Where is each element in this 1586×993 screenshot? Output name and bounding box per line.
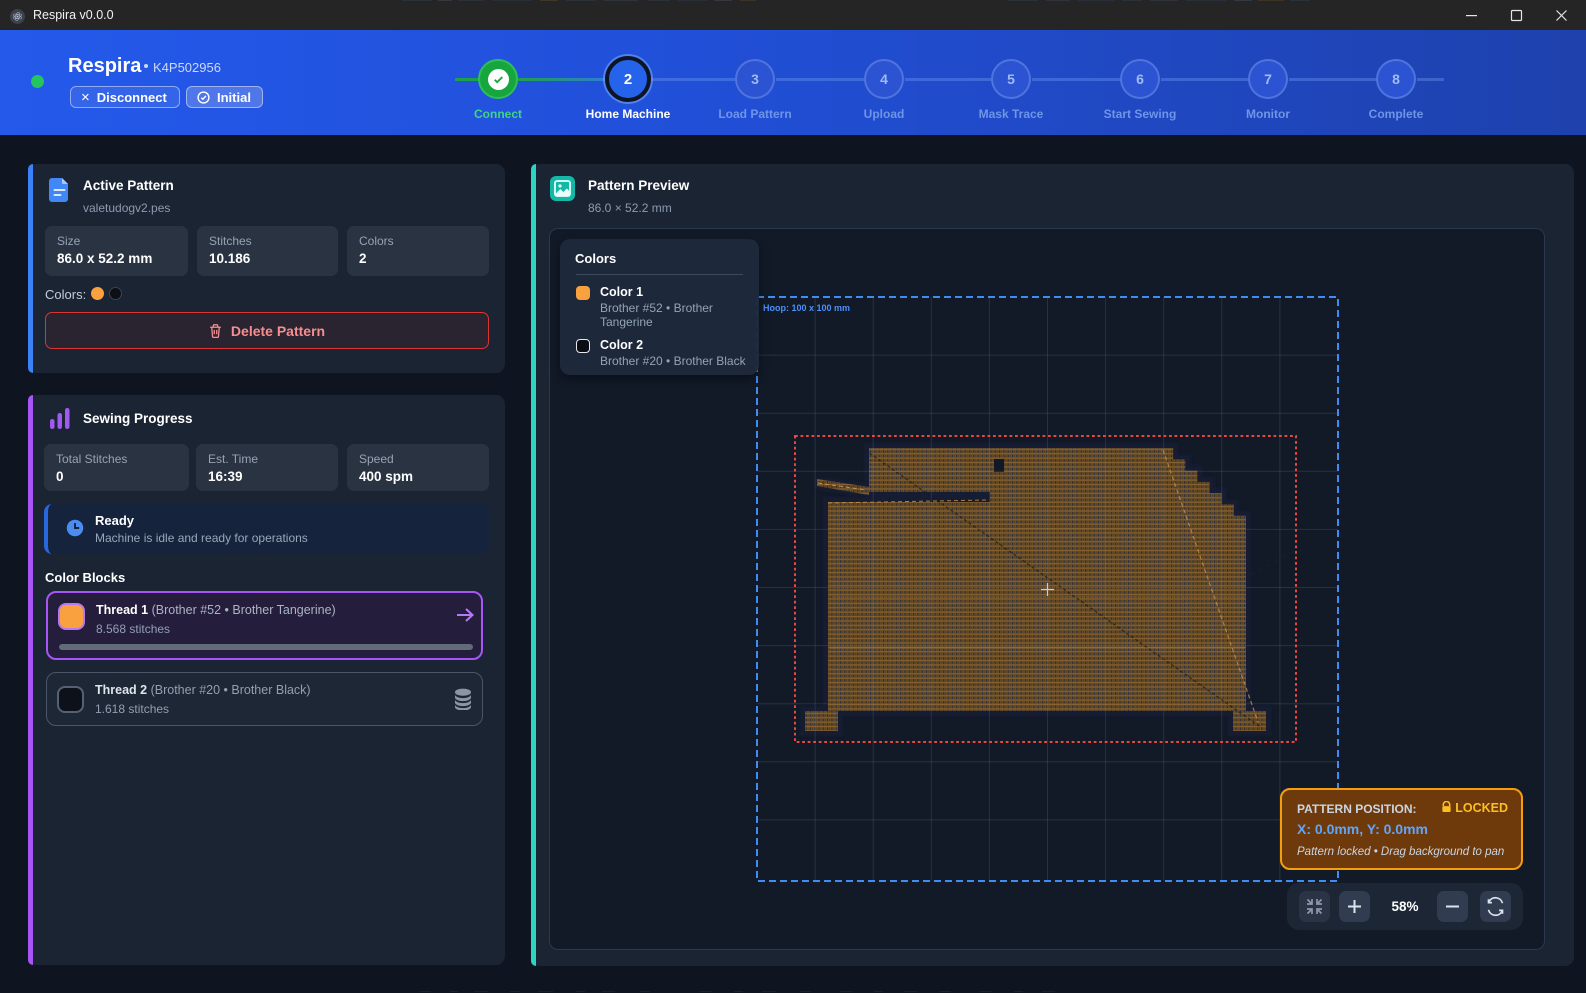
svg-text:Hoop: 100 x 100 mm: Hoop: 100 x 100 mm — [763, 303, 850, 313]
